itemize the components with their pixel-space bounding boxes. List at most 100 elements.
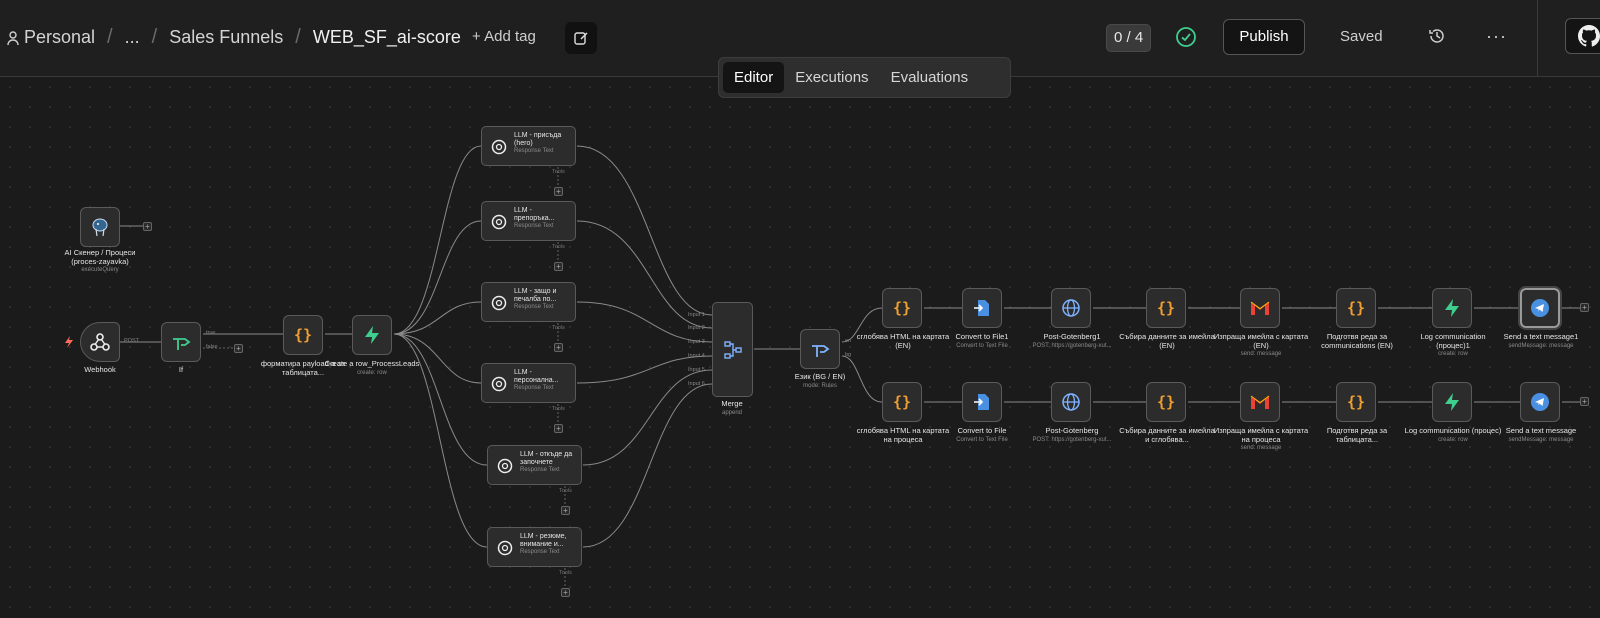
node-subtitle: send: message [1240, 445, 1282, 452]
node-label: Send a text message sendMessage: message [1491, 426, 1591, 444]
node-subtitle: Response Text [520, 467, 560, 474]
add-node-plus[interactable]: + [143, 222, 152, 231]
llm-node-where-start[interactable]: LLM - откъде да започнете Response Text [487, 445, 582, 485]
merge-input-label: Input 1 [688, 312, 705, 318]
llm-node-hero[interactable]: LLM - присъда (hero) Response Text [481, 126, 576, 166]
ai-scanner-node[interactable] [80, 207, 120, 247]
tab-executions[interactable]: Executions [784, 62, 879, 93]
send-text-message1-node[interactable] [1520, 288, 1560, 328]
if-branch-icon [173, 338, 191, 350]
file-convert-icon [974, 300, 989, 316]
tab-evaluations[interactable]: Evaluations [880, 62, 980, 93]
add-node-plus[interactable]: + [1580, 397, 1589, 406]
node-label: Convert to File Convert to Text File [932, 426, 1032, 444]
node-subtitle: Response Text [514, 304, 554, 311]
node-label: Събира данните за имейла и сглобява... [1119, 426, 1215, 444]
llm-node-recommendation[interactable]: LLM - препоръка... Response Text [481, 201, 576, 241]
add-node-plus[interactable]: + [234, 344, 243, 353]
openai-icon [491, 376, 507, 392]
add-tool-plus[interactable]: + [561, 588, 570, 597]
convert-to-file1-node[interactable] [962, 288, 1002, 328]
gmail-icon [1250, 395, 1270, 409]
node-subtitle: append [721, 409, 743, 416]
node-title: Post-Gotenberg1 [1043, 332, 1101, 341]
log-communication-node[interactable] [1432, 382, 1472, 422]
openai-icon [491, 214, 507, 230]
tools-label: Tools [552, 244, 565, 250]
code-braces-icon: {} [1156, 393, 1176, 411]
node-subtitle: executeQuery [81, 267, 119, 274]
log-communication1-node[interactable] [1432, 288, 1472, 328]
if-true-label: true [206, 330, 216, 336]
if-label: If [178, 365, 184, 374]
tab-editor[interactable]: Editor [723, 62, 785, 93]
language-switch-node[interactable] [800, 329, 840, 369]
node-subtitle: sendMessage: message [1508, 342, 1574, 349]
node-title: LLM - препоръка... [514, 207, 555, 223]
webhook-node[interactable] [80, 322, 120, 362]
node-label: Изпраща имейла с картата (EN) send: messa… [1211, 332, 1311, 358]
file-convert-icon [974, 394, 989, 410]
node-subtitle: mode: Rules [803, 382, 837, 389]
send-email-en-node[interactable] [1240, 288, 1280, 328]
node-subtitle: POST: https://gotenberg-xut... [1032, 436, 1112, 443]
openai-icon [491, 139, 507, 155]
switch-icon [812, 345, 830, 357]
add-tool-plus[interactable]: + [554, 187, 563, 196]
add-tool-plus[interactable]: + [554, 343, 563, 352]
llm-node-personal[interactable]: LLM - персонална... Response Text [481, 363, 576, 403]
node-title: Send a text message [1505, 426, 1577, 435]
create-row-label: Create a row_ProcessLeads create: row [322, 359, 422, 377]
post-gotenberg-node[interactable] [1051, 382, 1091, 422]
add-tool-plus[interactable]: + [554, 262, 563, 271]
node-subtitle: send: message [1240, 351, 1282, 358]
node-title: AI Скенер / Процеси (proces-zayavka) [64, 248, 136, 266]
openai-icon [497, 540, 513, 556]
if-false-label: false [206, 344, 218, 350]
telegram-icon [1531, 299, 1549, 317]
node-subtitle: Convert to Text File [956, 342, 1008, 349]
send-email-process-node[interactable] [1240, 382, 1280, 422]
collect-email-data-en-node[interactable]: {} [1146, 288, 1186, 328]
add-node-plus[interactable]: + [1580, 303, 1589, 312]
node-title: LLM - резюме, внимание и... [520, 533, 567, 549]
supabase-bolt-icon [365, 326, 379, 344]
node-subtitle: Response Text [520, 549, 560, 556]
node-title: Create a row_ProcessLeads [324, 359, 420, 368]
llm-node-why-profit[interactable]: LLM - защо и печалба по... Response Text [481, 282, 576, 322]
globe-icon [1062, 393, 1080, 411]
code-braces-icon: {} [1346, 299, 1366, 317]
node-label: Подготвя реда за communications (EN) [1321, 332, 1393, 350]
code-braces-icon: {} [1156, 299, 1176, 317]
send-text-message-node[interactable] [1520, 382, 1560, 422]
prepare-comm-row-en-node[interactable]: {} [1336, 288, 1376, 328]
node-title: Изпраща имейла с картата на процеса [1213, 426, 1309, 444]
collect-email-data-node[interactable]: {} [1146, 382, 1186, 422]
node-label: Събира данните за имейла (EN) [1119, 332, 1215, 350]
add-tool-plus[interactable]: + [554, 424, 563, 433]
add-tool-plus[interactable]: + [561, 506, 570, 515]
node-subtitle: create: row [357, 369, 387, 376]
assemble-html-process-node[interactable]: {} [882, 382, 922, 422]
create-row-node[interactable] [352, 315, 392, 355]
node-label: Post-Gotenberg1 POST: https://gotenberg-x… [1022, 332, 1122, 350]
format-payload-node[interactable]: {} [283, 315, 323, 355]
webhook-icon [90, 333, 110, 351]
prepare-table-row-node[interactable]: {} [1336, 382, 1376, 422]
convert-to-file-node[interactable] [962, 382, 1002, 422]
assemble-html-en-node[interactable]: {} [882, 288, 922, 328]
merge-node[interactable] [712, 302, 753, 397]
node-subtitle: Response Text [514, 148, 554, 155]
post-gotenberg1-node[interactable] [1051, 288, 1091, 328]
gmail-icon [1250, 301, 1270, 315]
globe-icon [1062, 299, 1080, 317]
language-switch-label: Език (BG / EN) mode: Rules [770, 372, 870, 390]
node-subtitle: POST: https://gotenberg-xut... [1032, 342, 1112, 349]
node-title: Log communication (процес) [1404, 426, 1502, 435]
if-node[interactable] [161, 322, 201, 362]
tools-label: Tools [552, 406, 565, 412]
llm-node-summary[interactable]: LLM - резюме, внимание и... Response Text [487, 527, 582, 567]
node-label: Изпраща имейла с картата на процеса send:… [1211, 426, 1311, 452]
node-subtitle: Response Text [514, 385, 554, 392]
code-braces-icon: {} [293, 326, 313, 344]
